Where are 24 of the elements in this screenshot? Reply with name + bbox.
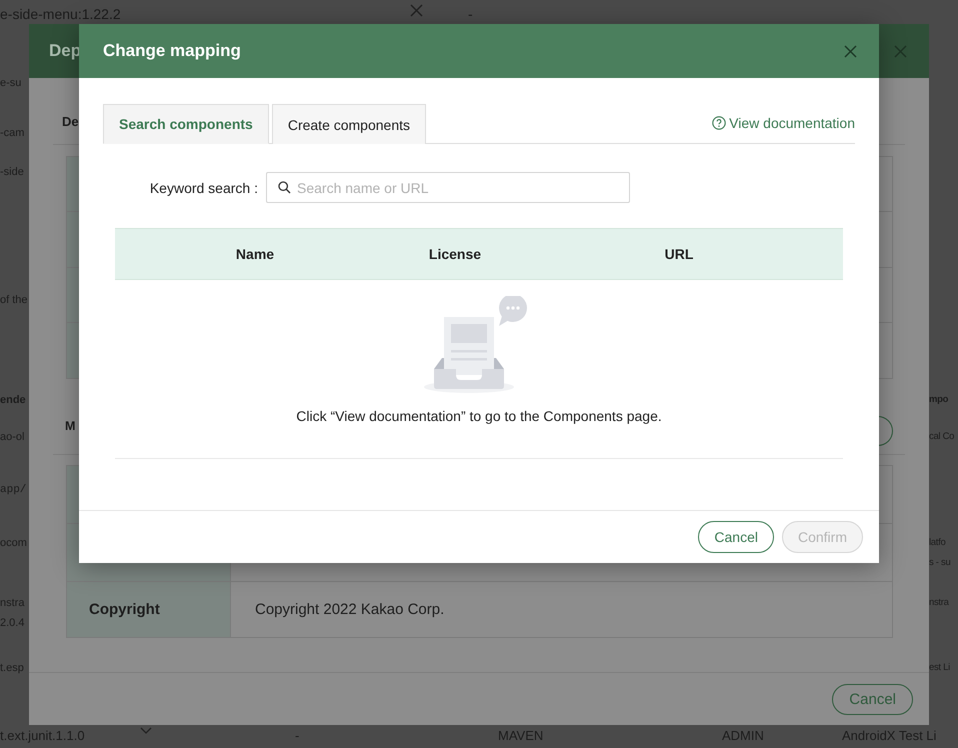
help-icon (712, 116, 726, 130)
tab[interactable]: Create components (272, 104, 426, 144)
tab[interactable]: Search components (103, 104, 269, 144)
dialog-title: Dep (49, 41, 82, 61)
table-cell-text: - (468, 5, 473, 24)
column-header: Name (234, 246, 276, 262)
column-header: URL (664, 246, 694, 262)
close-icon[interactable] (844, 44, 857, 58)
column-header: License (428, 246, 482, 262)
search-icon (278, 181, 291, 194)
section-heading: De (62, 113, 79, 131)
dialog-title: Change mapping (103, 41, 241, 61)
empty-state-message: Click “View documentation” to go to the Components page. (296, 408, 662, 424)
field-label: Keyword search : (148, 180, 258, 196)
section-heading: M (65, 418, 76, 435)
table-cell-text: Copyright 2022 Kakao Corp. (254, 600, 446, 620)
chevron-down-icon[interactable] (140, 727, 152, 735)
close-icon[interactable] (894, 44, 907, 58)
table-header-cell: Copyright (67, 582, 231, 637)
view-documentation-link[interactable]: View documentation (712, 115, 855, 131)
search-field[interactable]: Search name or URL (266, 172, 630, 203)
table-cell-text: - (295, 727, 300, 744)
cancel-button[interactable]: Cancel (698, 521, 774, 553)
close-icon[interactable] (410, 4, 423, 17)
